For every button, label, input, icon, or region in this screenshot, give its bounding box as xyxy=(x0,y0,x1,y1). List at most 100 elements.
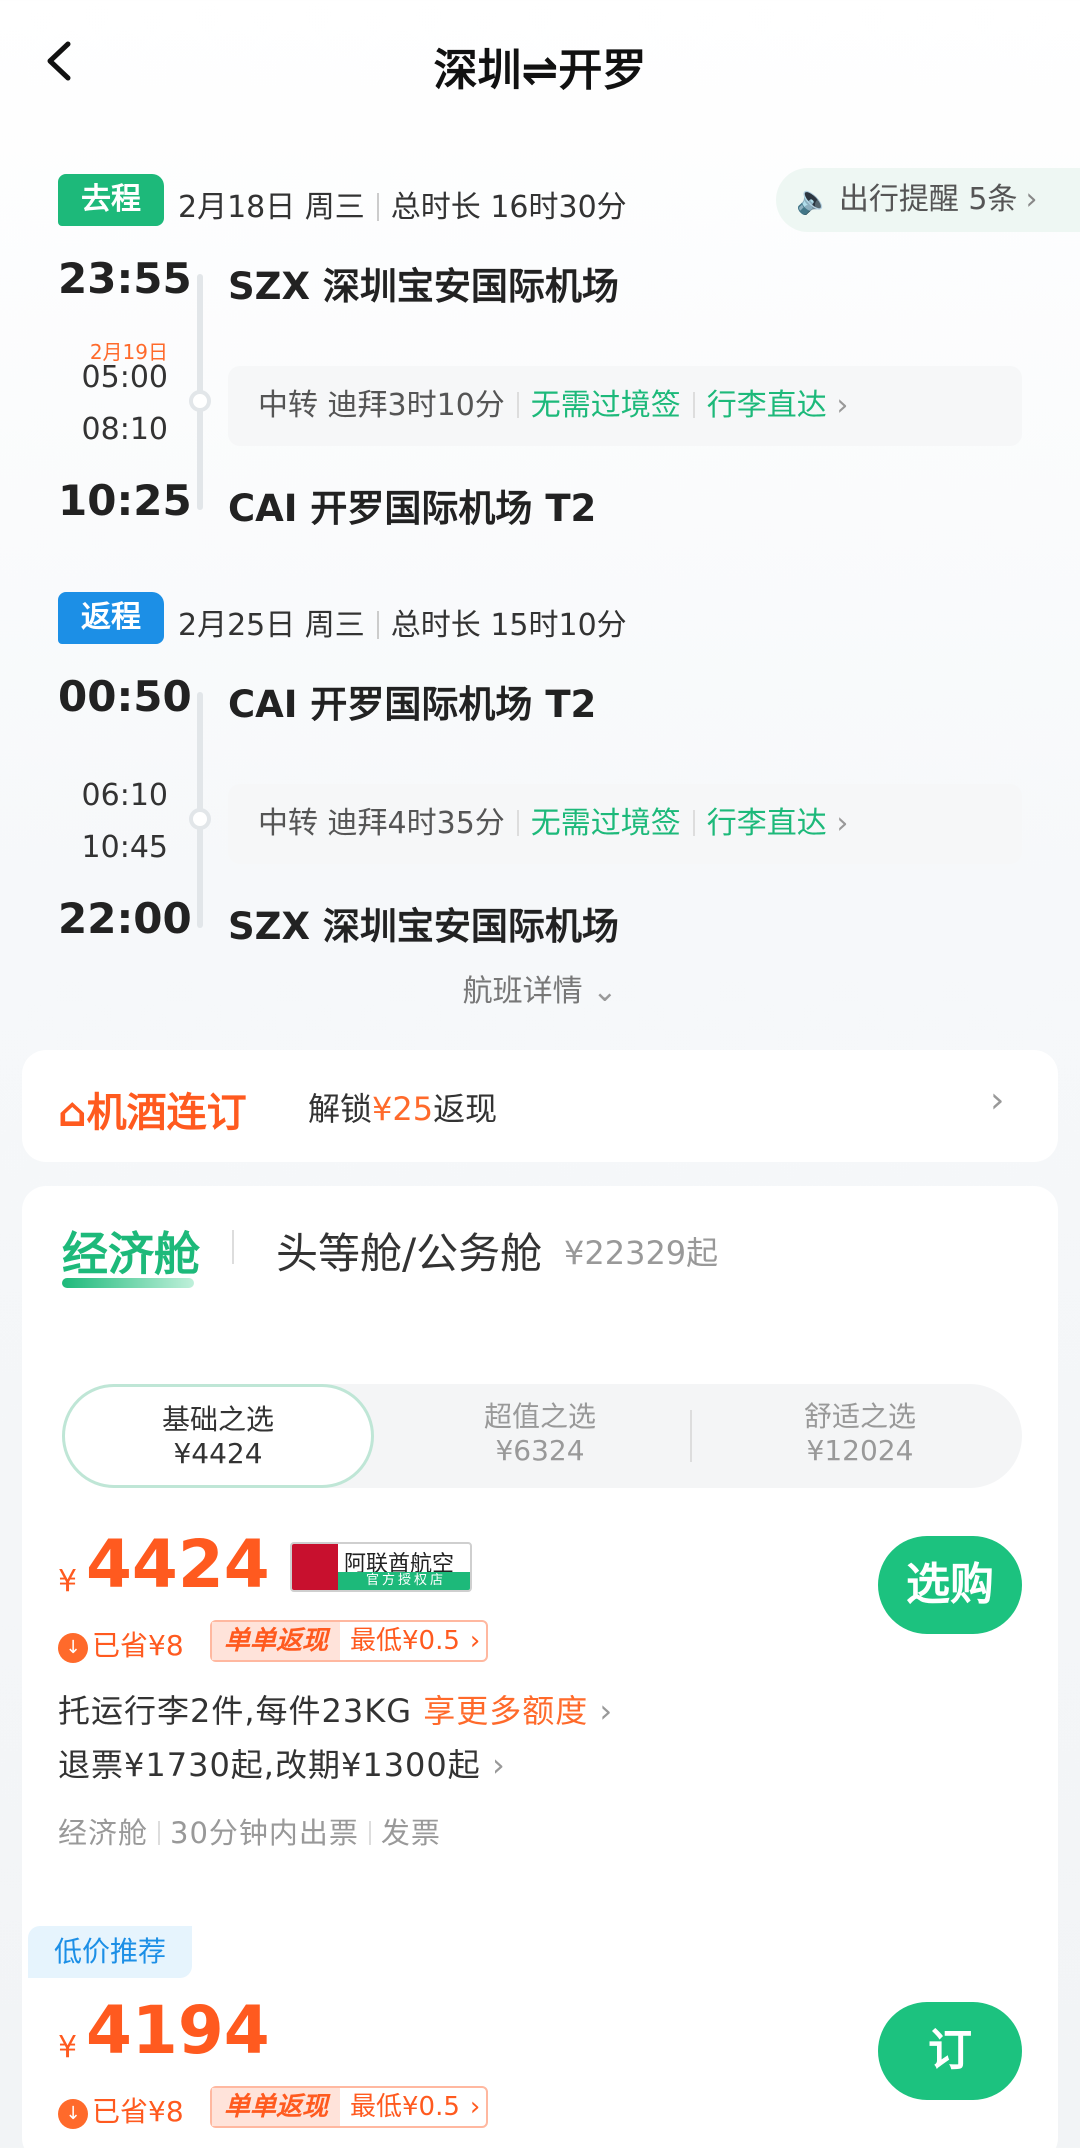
chevron-right-icon: › xyxy=(480,1746,506,1784)
divider xyxy=(516,810,519,836)
inbound-transfer-info[interactable]: 中转 迪拜4时35分 无需过境签 行李直达 › xyxy=(228,784,1022,864)
fare-saved: ↓ 已省¥8 xyxy=(58,1624,184,1664)
outbound-tag: 去程 xyxy=(58,174,164,226)
airline-logo xyxy=(292,1544,338,1590)
flight-details-label: 航班详情 xyxy=(462,974,583,1009)
divider xyxy=(232,1230,234,1264)
airline-store-label: 官方授权店 xyxy=(338,1572,470,1590)
baggage-allowance[interactable]: 托运行李2件,每件23KG 享更多额度 › xyxy=(58,1686,613,1732)
outbound-transfer-arrive: 05:00 xyxy=(81,360,168,395)
outbound-transfer-info[interactable]: 中转 迪拜3时10分 无需过境签 行李直达 › xyxy=(228,366,1022,446)
divider xyxy=(158,1821,161,1845)
fare-option-name: 舒适之选 xyxy=(803,1400,916,1433)
low-price-tag: 低价推荐 xyxy=(28,1926,192,1978)
inbound-depart-time: 00:50 xyxy=(58,672,192,721)
recommend-saved: ↓ 已省¥8 xyxy=(58,2090,184,2130)
saved-text: 已省¥8 xyxy=(92,1629,184,1662)
divider xyxy=(692,392,695,418)
hotel-bundle-logo: ⌂机酒连订 xyxy=(58,1080,247,1138)
flight-details-toggle[interactable]: 航班详情 ⌄ xyxy=(0,966,1080,1010)
divider xyxy=(690,1410,692,1462)
cashback-label: 单单返现 xyxy=(212,1622,341,1660)
outbound-info: 2月18日 周三 总时长 16时30分 xyxy=(178,182,627,226)
baggage-through-label: 行李直达 xyxy=(706,388,827,423)
book-button[interactable]: 订 xyxy=(878,2002,1022,2100)
outbound-duration: 总时长 16时30分 xyxy=(390,190,627,225)
tab-first-business[interactable]: 头等舱/公务舱 xyxy=(276,1220,542,1281)
cashback-badge[interactable]: 单单返现 最低¥0.5 › xyxy=(210,1620,489,1662)
fare-option-price: ¥12024 xyxy=(806,1434,914,1467)
chevron-down-icon: ⌄ xyxy=(582,974,618,1009)
chevron-right-icon: › xyxy=(826,388,849,423)
divider xyxy=(516,392,519,418)
outbound-depart-time: 23:55 xyxy=(58,254,192,303)
fare-meta: 经济舱 30分钟内出票 发票 xyxy=(58,1810,441,1852)
bundle-amount: ¥25 xyxy=(372,1090,434,1128)
tab-first-business-price: ¥22329起 xyxy=(564,1234,719,1272)
fare-option-comfort[interactable]: 舒适之选 ¥12024 xyxy=(700,1384,1020,1488)
tab-economy[interactable]: 经济舱 xyxy=(62,1218,200,1284)
bundle-icon: ⌂ xyxy=(58,1090,87,1136)
divider xyxy=(376,193,379,221)
tab-active-indicator xyxy=(62,1278,194,1288)
chevron-right-icon: › xyxy=(1025,182,1038,217)
recommend-currency: ¥ xyxy=(58,2030,78,2065)
inbound-arrive-time: 22:00 xyxy=(58,894,192,943)
divider xyxy=(692,810,695,836)
refund-text: 退票¥1730起,改期¥1300起 xyxy=(58,1746,481,1784)
speaker-icon: 🔈 xyxy=(796,183,831,216)
fare-price: 4424 xyxy=(86,1526,270,1603)
fare-currency: ¥ xyxy=(58,1564,78,1599)
visa-free-label: 无需过境签 xyxy=(530,806,681,841)
fare-option-basic[interactable]: 基础之选 ¥4424 xyxy=(62,1384,374,1488)
recommend-cashback-badge[interactable]: 单单返现 最低¥0.5 › xyxy=(210,2086,489,2128)
chevron-right-icon: › xyxy=(588,1692,614,1730)
outbound-arrive-time: 10:25 xyxy=(58,476,192,525)
fare-option-name: 超值之选 xyxy=(483,1400,596,1433)
bundle-logo-text: 机酒连订 xyxy=(86,1090,247,1136)
travel-reminder-button[interactable]: 🔈 出行提醒 5条 › xyxy=(776,168,1080,232)
inbound-transfer-depart: 10:45 xyxy=(81,830,168,865)
bundle-text-post: 返现 xyxy=(433,1090,498,1128)
chevron-right-icon: › xyxy=(990,1080,1005,1121)
divider xyxy=(376,611,379,639)
fare-option-name: 基础之选 xyxy=(161,1403,274,1436)
visa-free-label: 无需过境签 xyxy=(530,388,681,423)
outbound-arrive-airport: CAI 开罗国际机场 T2 xyxy=(228,487,597,530)
divider xyxy=(368,1821,371,1845)
chevron-right-icon: › xyxy=(469,2092,481,2122)
baggage-text: 托运行李2件,每件23KG xyxy=(58,1692,413,1730)
baggage-more-link: 享更多额度 xyxy=(423,1692,589,1730)
inbound-arrive-airport: SZX 深圳宝安国际机场 xyxy=(228,905,619,948)
outbound-date: 2月18日 周三 xyxy=(178,190,365,225)
discount-icon: ↓ xyxy=(58,2099,88,2129)
bundle-text-pre: 解锁 xyxy=(308,1090,373,1128)
refund-policy[interactable]: 退票¥1730起,改期¥1300起 › xyxy=(58,1740,506,1786)
inbound-transfer-arrive: 06:10 xyxy=(81,778,168,813)
inbound-tag: 返程 xyxy=(58,592,164,644)
inbound-date: 2月25日 周三 xyxy=(178,608,365,643)
discount-icon: ↓ xyxy=(58,1633,88,1663)
baggage-through-label: 行李直达 xyxy=(706,806,827,841)
meta-ticketing: 30分钟内出票 xyxy=(170,1816,359,1850)
bundle-text: 解锁¥25返现 xyxy=(308,1084,497,1130)
cashback-low: 最低¥0.5 xyxy=(350,2092,460,2122)
meta-invoice: 发票 xyxy=(380,1816,441,1850)
cashback-label: 单单返现 xyxy=(212,2088,341,2126)
reminder-label: 出行提醒 5条 xyxy=(838,182,1018,217)
outbound-depart-airport: SZX 深圳宝安国际机场 xyxy=(228,265,619,308)
select-buy-button[interactable]: 选购 xyxy=(878,1536,1022,1634)
inbound-transfer-dot xyxy=(189,808,211,830)
cashback-low: 最低¥0.5 xyxy=(350,1626,460,1656)
saved-text: 已省¥8 xyxy=(92,2095,184,2128)
meta-cabin: 经济舱 xyxy=(58,1816,149,1850)
fare-option-price: ¥4424 xyxy=(173,1437,263,1470)
transfer-text: 中转 迪拜3时10分 xyxy=(258,388,505,423)
outbound-transfer-depart: 08:10 xyxy=(81,412,168,447)
fare-option-value[interactable]: 超值之选 ¥6324 xyxy=(380,1384,700,1488)
page-title: 深圳⇌开罗 xyxy=(433,45,647,96)
chevron-right-icon: › xyxy=(469,1626,481,1656)
outbound-transfer-dot xyxy=(189,390,211,412)
transfer-text: 中转 迪拜4时35分 xyxy=(258,806,505,841)
recommend-price: 4194 xyxy=(86,1992,270,2069)
